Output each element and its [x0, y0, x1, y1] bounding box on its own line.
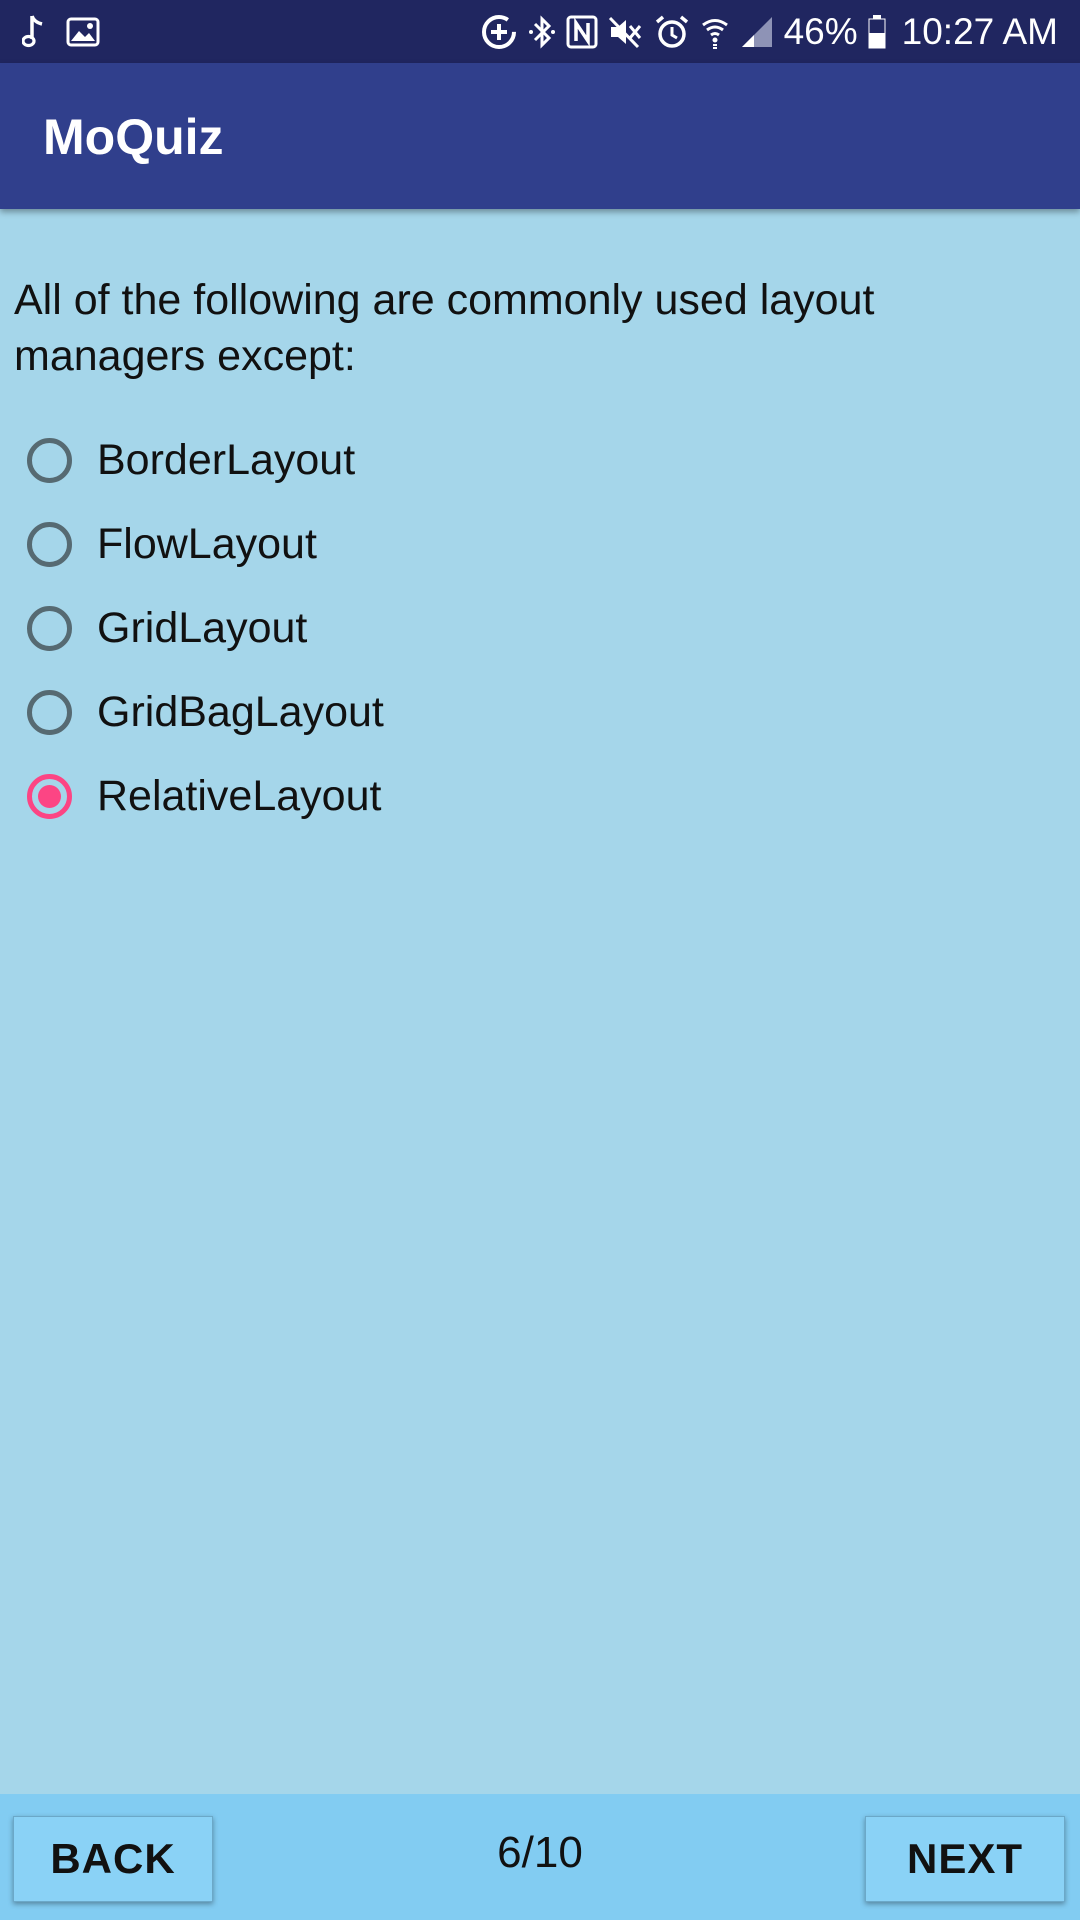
option-border-layout[interactable]: BorderLayout: [27, 418, 384, 502]
question-progress: 6/10: [497, 1828, 583, 1877]
option-grid-layout[interactable]: GridLayout: [27, 586, 384, 670]
option-label: FlowLayout: [97, 519, 317, 568]
option-label: RelativeLayout: [97, 771, 382, 820]
app-title: MoQuiz: [43, 109, 224, 165]
battery-icon: [868, 15, 886, 49]
radio-button[interactable]: [27, 689, 72, 735]
option-relative-layout[interactable]: RelativeLayout: [27, 754, 384, 838]
status-left-icons: [22, 10, 100, 54]
image-icon: [66, 17, 100, 47]
option-gridbag-layout[interactable]: GridBagLayout: [27, 670, 384, 754]
music-note-icon: [22, 14, 46, 50]
option-label: GridLayout: [97, 603, 308, 652]
question-text: All of the following are commonly used l…: [14, 276, 875, 380]
status-bar: 46% 10:27 AM: [0, 0, 1080, 63]
nfc-icon: [566, 15, 598, 49]
radio-button[interactable]: [27, 437, 72, 483]
mute-icon: [608, 15, 644, 49]
option-label: GridBagLayout: [97, 687, 384, 736]
status-time: 10:27 AM: [901, 11, 1058, 52]
wifi-icon: [700, 14, 730, 50]
data-saver-icon: [480, 13, 518, 51]
answer-options: BorderLayout FlowLayout GridLayout GridB…: [27, 418, 384, 838]
battery-percent: 46%: [783, 11, 858, 52]
next-button[interactable]: NEXT: [865, 1816, 1065, 1902]
app-bar: MoQuiz: [0, 63, 1080, 209]
status-right-icons: 46% 10:27 AM: [480, 8, 1058, 56]
back-button[interactable]: BACK: [13, 1816, 213, 1902]
radio-button[interactable]: [27, 521, 72, 567]
alarm-icon: [654, 14, 690, 50]
option-flow-layout[interactable]: FlowLayout: [27, 502, 384, 586]
radio-button[interactable]: [27, 773, 72, 819]
option-label: BorderLayout: [97, 435, 356, 484]
radio-button[interactable]: [27, 605, 72, 651]
bottom-bar: BACK 6/10 NEXT: [0, 1794, 1080, 1920]
bluetooth-icon: [528, 14, 556, 50]
signal-icon: [740, 15, 774, 49]
